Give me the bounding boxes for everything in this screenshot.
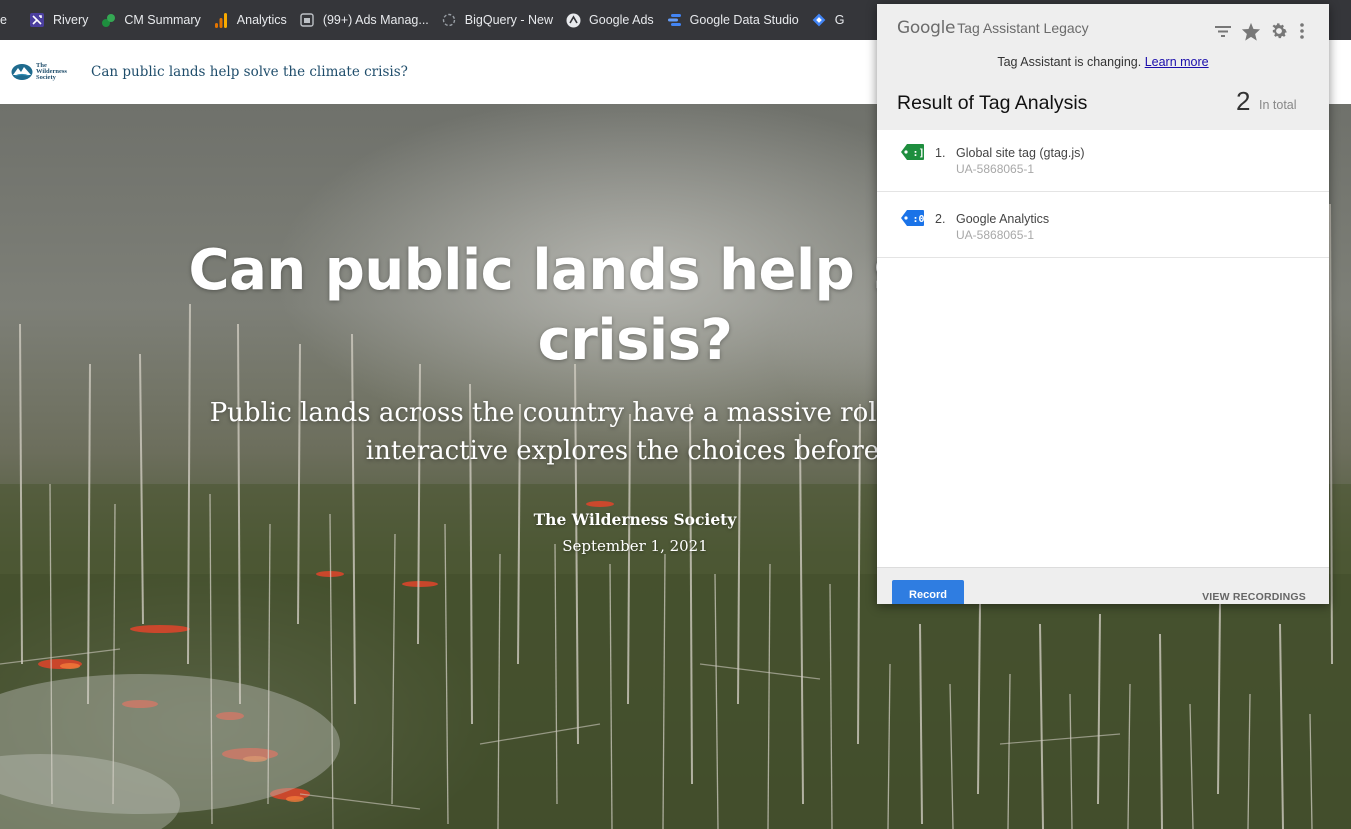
change-notice: Tag Assistant is changing. Learn more <box>877 55 1329 69</box>
bookmark-rivery[interactable]: Rivery <box>24 6 95 34</box>
bookmark-diamond[interactable]: G <box>806 6 852 34</box>
popup-header: Google Tag Assistant Legacy Tag Assistan… <box>877 4 1329 90</box>
cm-summary-icon <box>101 13 116 28</box>
bookmark-diamond-icon <box>812 13 827 28</box>
bookmark-cm-summary[interactable]: CM Summary <box>95 6 207 34</box>
bookmark-label: (99+) Ads Manag... <box>322 13 429 27</box>
tag-row[interactable]: :] 1. Global site tag (gtag.js) UA-58680… <box>877 126 1329 192</box>
result-title: Result of Tag Analysis <box>897 92 1088 114</box>
gear-icon[interactable] <box>1269 21 1289 41</box>
record-button[interactable]: Record <box>892 580 964 604</box>
more-vert-icon[interactable] <box>1297 21 1307 41</box>
tag-name: Global site tag (gtag.js) <box>956 146 1085 160</box>
svg-text::]: :] <box>913 148 925 159</box>
bookmark-label: CM Summary <box>124 13 201 27</box>
svg-text::0: :0 <box>913 214 925 225</box>
bookmark-label: G <box>834 13 845 27</box>
star-icon[interactable] <box>1241 21 1261 41</box>
blue-tag-icon: :0 <box>901 209 925 227</box>
tag-assistant-brand: Google Tag Assistant Legacy <box>897 18 1089 38</box>
header-title[interactable]: Can public lands help solve the climate … <box>91 64 408 80</box>
bookmark-bigquery[interactable]: BigQuery - New <box>436 6 560 34</box>
tag-assistant-popup: Google Tag Assistant Legacy Tag Assistan… <box>877 4 1329 604</box>
tag-row[interactable]: :0 2. Google Analytics UA-5868065-1 <box>877 192 1329 258</box>
bookmark-label: e <box>0 13 7 27</box>
data-studio-icon <box>667 13 682 28</box>
bookmark-label: Analytics <box>236 13 287 27</box>
bigquery-icon <box>442 13 457 28</box>
filter-icon[interactable] <box>1213 21 1233 41</box>
ads-manager-icon <box>300 13 315 28</box>
green-tag-icon: :] <box>901 143 925 161</box>
bookmark-data-studio[interactable]: Google Data Studio <box>661 6 806 34</box>
bookmark-label: BigQuery - New <box>464 13 554 27</box>
bookmark-label: Rivery <box>52 13 89 27</box>
header-icons <box>1213 21 1307 41</box>
bookmark-analytics[interactable]: Analytics <box>208 6 294 34</box>
notice-text: Tag Assistant is changing. <box>997 55 1142 69</box>
bookmark-label: Google Data Studio <box>689 13 799 27</box>
bookmark-partial[interactable]: e <box>0 6 14 34</box>
bookmark-google-ads[interactable]: Google Ads <box>560 6 661 34</box>
wilderness-logo-icon <box>11 64 33 80</box>
brand-product: Tag Assistant Legacy <box>957 20 1089 36</box>
google-ads-icon <box>566 13 581 28</box>
tag-name: Google Analytics <box>956 212 1050 226</box>
tag-number: 1. <box>935 146 946 160</box>
result-total-label: In total <box>1259 98 1297 112</box>
view-recordings-link[interactable]: VIEW RECORDINGS <box>1202 591 1306 603</box>
tag-list: :] 1. Global site tag (gtag.js) UA-58680… <box>877 126 1329 258</box>
bookmark-label: Google Ads <box>589 13 654 27</box>
site-logo[interactable]: The Wilderness Society <box>11 60 75 84</box>
rivery-icon <box>30 13 45 28</box>
popup-footer: Record VIEW RECORDINGS <box>877 567 1329 604</box>
brand-google: Google <box>897 18 956 38</box>
learn-more-link[interactable]: Learn more <box>1145 55 1209 69</box>
analytics-icon <box>214 12 229 28</box>
tag-id: UA-5868065-1 <box>956 162 1035 176</box>
bookmark-ads-manager[interactable]: (99+) Ads Manag... <box>294 6 436 34</box>
tag-number: 2. <box>935 212 946 226</box>
logo-text: The Wilderness Society <box>36 62 67 81</box>
tag-id: UA-5868065-1 <box>956 228 1035 242</box>
result-count: 2 <box>1236 86 1251 116</box>
